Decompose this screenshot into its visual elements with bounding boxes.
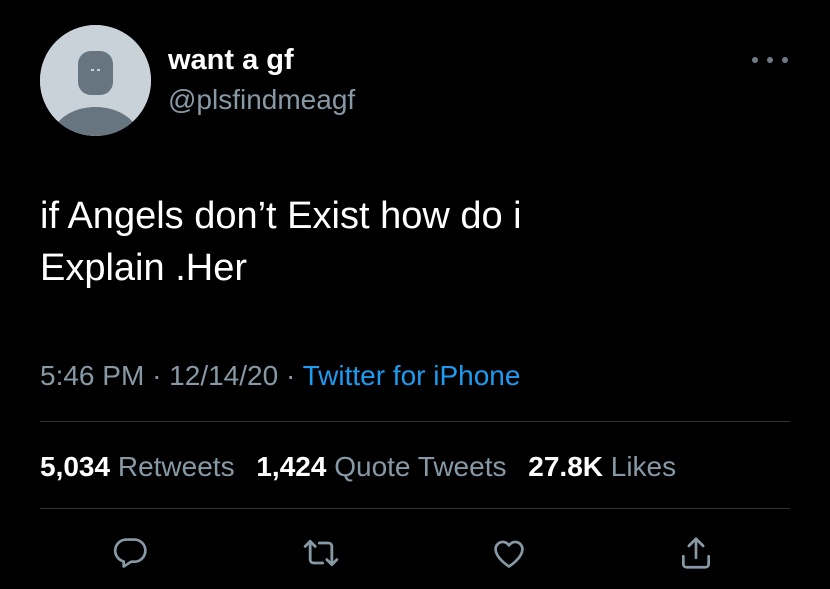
meta-separator: ·	[285, 360, 296, 391]
tweet-card: want a gf @plsfindmeagf if Angels don’t …	[0, 0, 830, 589]
reply-button[interactable]	[105, 528, 155, 578]
tweet-text-line: Explain .Her	[40, 247, 247, 289]
reply-icon	[113, 538, 147, 568]
share-button[interactable]	[671, 528, 721, 578]
retweets-count: 5,034	[40, 451, 111, 482]
user-handle[interactable]: @plsfindmeagf	[168, 84, 355, 116]
retweets-label: Retweets	[117, 451, 235, 482]
retweet-icon	[303, 539, 339, 567]
divider	[40, 508, 790, 509]
tweet-source-link[interactable]: Twitter for iPhone	[303, 360, 521, 391]
divider	[40, 421, 790, 422]
like-button[interactable]	[484, 528, 534, 578]
more-icon[interactable]	[752, 50, 788, 70]
share-icon	[681, 537, 711, 569]
retweet-button[interactable]	[296, 528, 346, 578]
display-name[interactable]: want a gf	[168, 44, 294, 76]
quote-tweets-count: 1,424	[256, 451, 327, 482]
default-avatar-icon	[40, 25, 151, 136]
tweet-date[interactable]: 12/14/20	[169, 360, 278, 391]
tweet-time[interactable]: 5:46 PM	[40, 360, 144, 391]
tweet-stats: 5,034 Retweets 1,424 Quote Tweets 27.8K …	[40, 449, 690, 485]
heart-icon	[494, 540, 524, 568]
meta-separator: ·	[152, 360, 162, 391]
tweet-text: if Angels don’t Exist how do i Explain .…	[40, 190, 760, 294]
action-bar	[0, 528, 830, 578]
more-dot	[782, 57, 788, 63]
retweets-stat[interactable]: 5,034 Retweets	[40, 451, 235, 482]
likes-count: 27.8K	[528, 451, 603, 482]
more-dot	[767, 57, 773, 63]
avatar[interactable]	[40, 25, 151, 136]
quote-tweets-label: Quote Tweets	[334, 451, 507, 482]
tweet-meta: 5:46 PM · 12/14/20 · Twitter for iPhone	[40, 358, 520, 394]
likes-label: Likes	[610, 451, 677, 482]
tweet-text-line: if Angels don’t Exist how do i	[40, 195, 522, 237]
more-dot	[752, 57, 758, 63]
likes-stat[interactable]: 27.8K Likes	[528, 451, 676, 482]
quote-tweets-stat[interactable]: 1,424 Quote Tweets	[256, 451, 506, 482]
